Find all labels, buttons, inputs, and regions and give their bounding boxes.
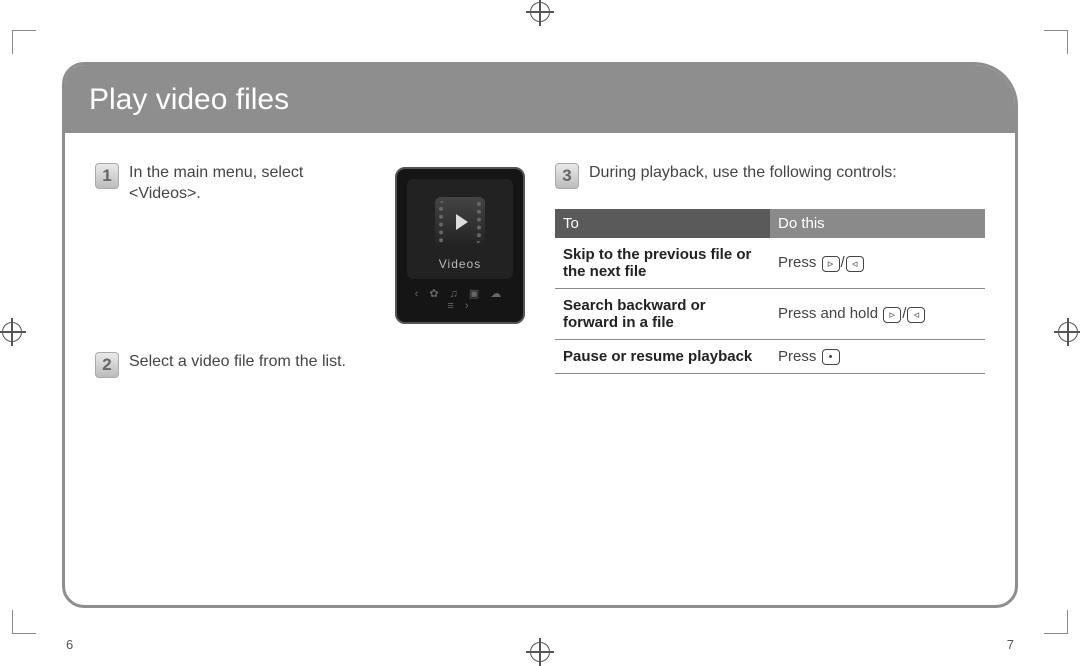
page-number-left: 6 <box>66 637 73 652</box>
table-row: Search backward or forward in a filePres… <box>555 289 985 340</box>
device-illustration: Videos ‹ ✿ ♫ ▣ ☁ ≡ › <box>395 167 525 324</box>
registration-mark-icon <box>2 322 22 342</box>
crop-mark <box>1044 610 1068 634</box>
step-number-badge: 3 <box>555 163 579 189</box>
control-action: Pause or resume playback <box>555 340 770 374</box>
hardware-button-icon: ◃ <box>907 307 925 323</box>
hardware-button-icon: ◃ <box>846 256 864 272</box>
page-number-right: 7 <box>1007 637 1014 652</box>
control-action: Skip to the previous file or the next fi… <box>555 238 770 289</box>
control-method: Press and hold ▹/◃ <box>770 289 985 340</box>
step-3: 3 During playback, use the following con… <box>555 163 985 189</box>
play-icon <box>456 214 468 230</box>
hardware-button-icon: • <box>822 349 840 365</box>
hardware-button-icon: ▹ <box>883 307 901 323</box>
page-title: Play video files <box>65 65 1015 133</box>
device-screen: Videos <box>407 179 513 279</box>
device-app-label: Videos <box>407 257 513 271</box>
step-text: During playback, use the following contr… <box>589 163 897 184</box>
right-column: 3 During playback, use the following con… <box>555 163 985 398</box>
hardware-button-icon: ▹ <box>822 256 840 272</box>
manual-page-card: Play video files 1 In the main menu, sel… <box>62 62 1018 608</box>
step-1: 1 In the main menu, select <Videos>. <box>95 163 377 205</box>
table-header-to: To <box>555 209 770 238</box>
controls-table: To Do this Skip to the previous file or … <box>555 209 985 374</box>
table-row: Skip to the previous file or the next fi… <box>555 238 985 289</box>
control-action: Search backward or forward in a file <box>555 289 770 340</box>
crop-mark <box>12 610 36 634</box>
video-app-icon <box>435 197 485 247</box>
device-nav-icons: ‹ ✿ ♫ ▣ ☁ ≡ › <box>407 287 513 312</box>
table-header-do-this: Do this <box>770 209 985 238</box>
control-method: Press ▹/◃ <box>770 238 985 289</box>
registration-mark-icon <box>1058 322 1078 342</box>
step-number-badge: 1 <box>95 163 119 189</box>
step-text: In the main menu, select <Videos>. <box>129 163 377 205</box>
crop-mark <box>1044 30 1068 54</box>
crop-mark <box>12 30 36 54</box>
step-2: 2 Select a video file from the list. <box>95 352 525 378</box>
step-text: Select a video file from the list. <box>129 352 346 373</box>
left-column: 1 In the main menu, select <Videos>. Vid… <box>95 163 525 398</box>
registration-mark-icon <box>530 642 550 662</box>
step-number-badge: 2 <box>95 352 119 378</box>
registration-mark-icon <box>530 2 550 22</box>
control-method: Press • <box>770 340 985 374</box>
table-row: Pause or resume playbackPress • <box>555 340 985 374</box>
